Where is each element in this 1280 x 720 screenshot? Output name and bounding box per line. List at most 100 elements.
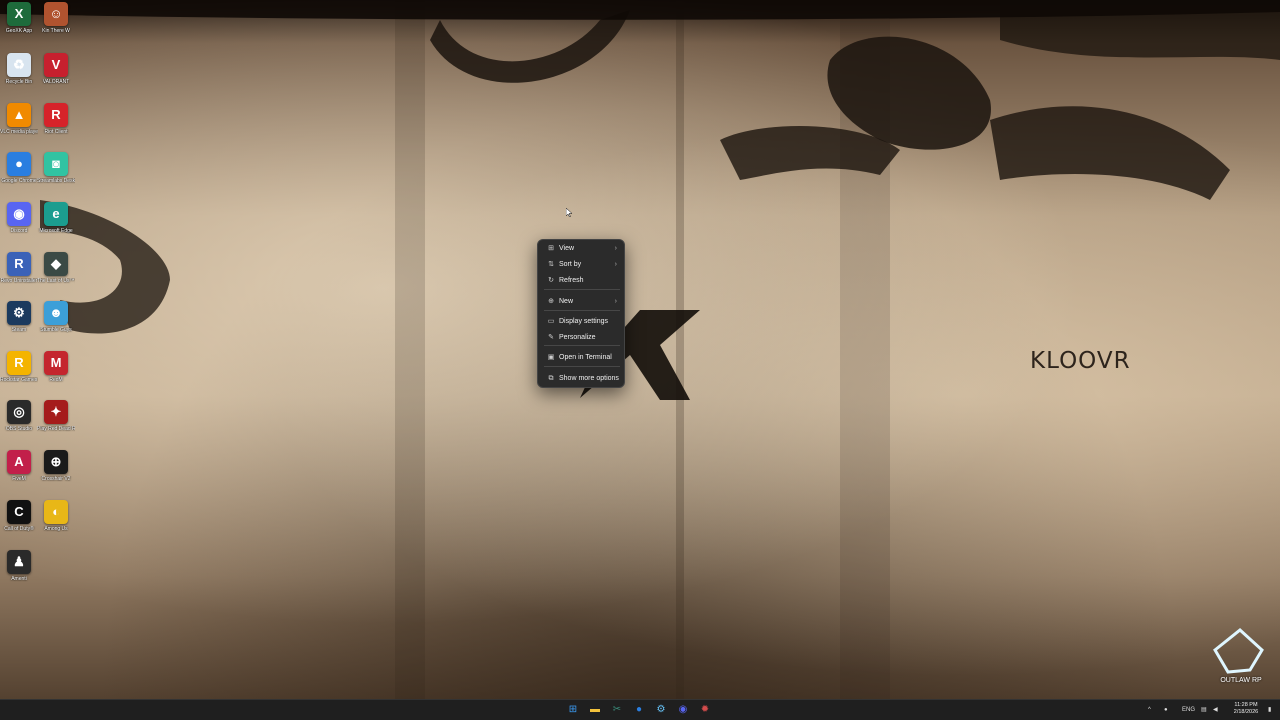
desktop-icon[interactable]: X GeoXK App [0, 0, 38, 50]
display-icon: ▭ [547, 318, 555, 325]
rockstar-icon: R [7, 351, 31, 375]
menu-item-label: Sort by [559, 261, 582, 268]
desktop-icon-label: VLC media player [0, 129, 38, 135]
desktop-icon[interactable]: R Revo Uninstaller [0, 250, 38, 300]
notification-bell-icon[interactable]: ▮ [1268, 704, 1271, 716]
desktop-icon[interactable]: ☻ Stumble Guys [37, 299, 75, 349]
menu-item-view[interactable]: ⊞ View › [541, 241, 621, 256]
among-us-icon: ◐ [44, 500, 68, 524]
fivem-icon: A [7, 450, 31, 474]
desktop-icon-label: Revo Uninstaller [0, 278, 38, 284]
mouse-cursor-icon [566, 208, 572, 217]
steam-taskbar-icon[interactable]: ⚙ [654, 703, 668, 717]
clock-date: 2/18/2026 [1233, 709, 1259, 715]
desktop-icon[interactable]: ⚙ Steam [0, 299, 38, 349]
discord-taskbar-icon[interactable]: ◉ [676, 703, 690, 717]
desktop-icon-label: Microsoft Edge [39, 228, 73, 234]
language-indicator[interactable]: ENG [1182, 704, 1195, 716]
desktop-icon[interactable]: ♻ Recycle Bin [0, 51, 38, 101]
desktop-icon-label: Crosshair V2 [41, 476, 71, 482]
redm-icon: M [44, 351, 68, 375]
chrome-icon: ● [7, 152, 31, 176]
desktop-icon-label: Riot Client [44, 129, 68, 135]
call-of-duty-icon: C [7, 500, 31, 524]
network-icon[interactable]: ▤ [1201, 704, 1207, 716]
taskbar: ^ ● ENG ▤ ◀ 11:28 PM 2/18/2026 ▮ ⊞ ▬ ✂ ● ⚙ ◉ ✹ [0, 699, 1280, 720]
menu-item-label: View [559, 245, 575, 252]
desktop-icon[interactable]: A FiveM [0, 448, 38, 498]
menu-item-new[interactable]: ⊕ New › [541, 294, 621, 309]
steam-icon: ⚙ [7, 301, 31, 325]
desktop-icon[interactable]: ▲ VLC media player [0, 101, 38, 151]
menu-item-label: Personalize [559, 334, 596, 341]
edge-icon: e [44, 202, 68, 226]
desktop-icon-label: Google Chrome [1, 178, 37, 184]
desktop-icon-grid: X GeoXK App ☺ Kin There W ♻ Recycle Bin V VALOR… [0, 0, 80, 590]
desktop-icon[interactable]: ● Google Chrome [0, 150, 38, 200]
desktop-icon[interactable]: ◙ Streamlabs Desktop [37, 150, 75, 200]
desktop-icon[interactable]: ✦ Play Red Dead Rede... [37, 398, 75, 448]
desktop-icon[interactable]: ◉ Discord [0, 200, 38, 250]
vlc-icon: ▲ [7, 103, 31, 127]
desktop-icon-label: GeoXK App [5, 28, 33, 34]
crosshair-icon: ⊕ [44, 450, 68, 474]
desktop-icon[interactable]: ◐ Among Us [37, 498, 75, 548]
settings-taskbar-icon[interactable]: ✹ [698, 703, 712, 717]
menu-item-sort-by[interactable]: ⇅ Sort by › [541, 257, 621, 272]
menu-item-label: Refresh [559, 277, 584, 284]
menu-item-refresh[interactable]: ↻ Refresh [541, 273, 621, 288]
desktop-icon[interactable]: M RedM [37, 349, 75, 399]
desktop-icon[interactable]: ☺ Kin There W [37, 0, 75, 50]
desktop-icon[interactable]: ◆ The Last of Us™ Part I [37, 250, 75, 300]
desktop-icon[interactable]: V VALORANT [37, 51, 75, 101]
menu-separator [544, 366, 620, 367]
desktop-icon[interactable]: ⊕ Crosshair V2 [37, 448, 75, 498]
menu-separator [544, 345, 620, 346]
chrome-taskbar-icon[interactable]: ● [632, 703, 646, 717]
system-clock[interactable]: 11:28 PM 2/18/2026 [1226, 702, 1266, 716]
desktop-icon[interactable]: e Microsoft Edge [37, 200, 75, 250]
desktop-icon[interactable]: ♟ Amenti [0, 548, 38, 598]
personalize-pen-icon: ✎ [548, 334, 554, 341]
windows-start-icon[interactable]: ⊞ [566, 703, 580, 717]
desktop-icon[interactable]: ◎ OBS Studio [0, 398, 38, 448]
desktop-icon[interactable]: R Rockstar Games Launcher [0, 349, 38, 399]
geoxk-icon: X [7, 2, 31, 26]
menu-item-show-more-options[interactable]: ⧉ Show more options [541, 371, 621, 386]
desktop-icon-label: OBS Studio [5, 426, 33, 432]
desktop-icon-label: Amenti [11, 576, 27, 582]
desktop-icon-label: Steam [11, 327, 27, 333]
menu-item-personalize[interactable]: ✎ Personalize [541, 330, 621, 345]
desktop-icon[interactable]: C Call of Duty® [0, 498, 38, 548]
desktop-icon-label: Among Us [44, 526, 68, 532]
volume-icon[interactable]: ◀ [1213, 704, 1218, 716]
terminal-icon: ▣ [547, 354, 555, 361]
file-explorer-icon[interactable]: ▬ [588, 703, 602, 717]
desktop-icon-label: Kin There W [42, 28, 70, 34]
tray-overflow-chevron-icon[interactable]: ^ [1148, 704, 1151, 716]
menu-item-label: Show more options [559, 375, 619, 382]
valorant-icon: V [44, 53, 68, 77]
microphone-icon[interactable]: ● [1164, 704, 1168, 716]
desktop-icon-label: Call of Duty® [4, 526, 34, 532]
menu-item-open-in-terminal[interactable]: ▣ Open in Terminal [541, 350, 621, 365]
submenu-chevron-icon: › [614, 245, 617, 252]
desktop-context-menu: ⊞ View › ⇅ Sort by › ↻ Refresh ⊕ New › ▭ Display set… [537, 239, 625, 388]
outlaw-rp-watermark: OUTLAW RP [1210, 628, 1272, 688]
menu-item-display-settings[interactable]: ▭ Display settings [541, 314, 621, 329]
amenti-icon: ♟ [7, 550, 31, 574]
refresh-icon: ↻ [548, 277, 554, 284]
menu-separator [544, 310, 620, 311]
desktop-icon[interactable]: R Riot Client [37, 101, 75, 151]
discord-icon: ◉ [7, 202, 31, 226]
character-avatar-icon: ☺ [44, 2, 68, 26]
stumble-guys-icon: ☻ [44, 301, 68, 325]
desktop-icon-label: RedM [49, 377, 63, 383]
game-cover-icon: ◆ [44, 252, 68, 276]
snipping-tool-icon[interactable]: ✂ [610, 703, 624, 717]
new-plus-icon: ⊕ [548, 298, 554, 305]
outlaw-rp-label: OUTLAW RP [1220, 677, 1262, 684]
submenu-chevron-icon: › [614, 298, 617, 305]
desktop-icon-label: Play Red Dead Rede... [37, 426, 75, 432]
submenu-chevron-icon: › [614, 261, 617, 268]
